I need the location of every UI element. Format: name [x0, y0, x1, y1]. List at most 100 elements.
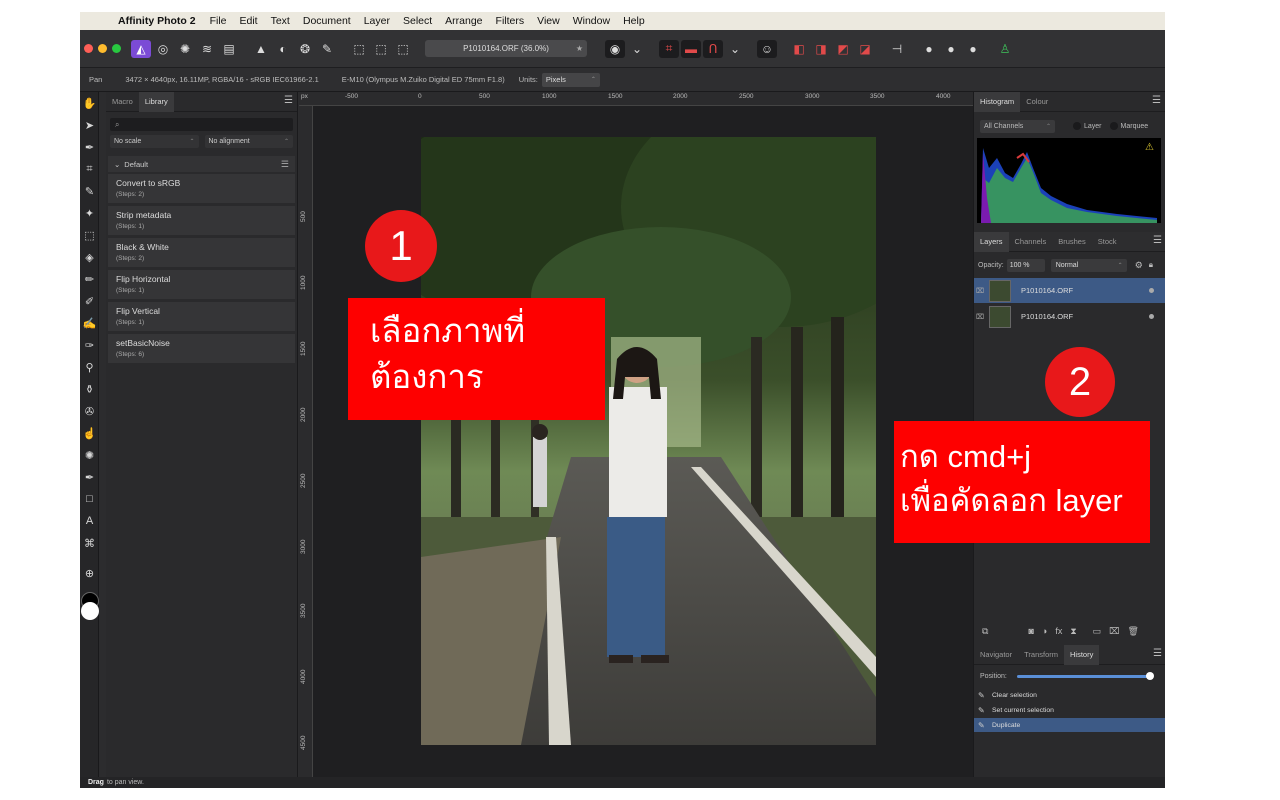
- menu-file[interactable]: File: [210, 15, 227, 27]
- menu-app-name[interactable]: Affinity Photo 2: [118, 15, 196, 27]
- tab-layers[interactable]: Layers: [974, 231, 1009, 252]
- selection-brush-tool-icon[interactable]: ✎: [80, 180, 99, 202]
- library-search-input[interactable]: ⌕: [110, 118, 293, 131]
- tab-transform[interactable]: Transform: [1018, 645, 1064, 665]
- paint-brush-tool-icon[interactable]: ✏: [80, 268, 99, 290]
- red-eye-tool-icon[interactable]: ✺: [80, 444, 99, 466]
- tab-history[interactable]: History: [1064, 644, 1100, 665]
- crop-tool-icon[interactable]: ⌗: [80, 158, 99, 180]
- dodge-tool-icon[interactable]: ⚲: [80, 356, 99, 378]
- flood-fill-tool-icon[interactable]: ◈: [80, 246, 99, 268]
- intersect-shape-icon[interactable]: ●: [963, 40, 983, 58]
- tab-library[interactable]: Library: [138, 91, 174, 112]
- hand-tool-icon[interactable]: ✋: [80, 92, 99, 114]
- export-persona-icon[interactable]: ▤: [219, 40, 239, 58]
- user-account-icon[interactable]: ♙: [995, 40, 1015, 58]
- units-select[interactable]: Pixels: [541, 72, 600, 87]
- white-balance-icon[interactable]: ◐: [273, 40, 293, 58]
- gear-icon[interactable]: ⚙: [1135, 260, 1143, 271]
- tab-colour[interactable]: Colour: [1020, 92, 1054, 112]
- alignment-select[interactable]: No alignment: [204, 135, 293, 148]
- rectangle-tool-icon[interactable]: □: [80, 488, 99, 510]
- menu-document[interactable]: Document: [303, 15, 351, 27]
- clone-tool-icon[interactable]: ⚱: [80, 378, 99, 400]
- color-wheel-icon[interactable]: ❂: [295, 40, 315, 58]
- macro-item[interactable]: Black & White (Steps: 2): [108, 238, 295, 268]
- invert-selection-icon[interactable]: ⬚: [393, 40, 413, 58]
- blend-mode-select[interactable]: Normal: [1050, 258, 1127, 272]
- slider-knob[interactable]: [1145, 671, 1154, 680]
- scale-select[interactable]: No scale: [110, 135, 199, 148]
- macro-item[interactable]: Convert to sRGB (Steps: 2): [108, 174, 295, 204]
- move-to-front-icon[interactable]: ◪: [855, 40, 875, 58]
- panel-menu-icon[interactable]: ☰: [1153, 235, 1162, 246]
- panel-menu-icon[interactable]: ☰: [284, 95, 293, 106]
- paint-mixer-tool-icon[interactable]: ✍: [80, 312, 99, 334]
- develop-persona-icon[interactable]: ✺: [175, 40, 195, 58]
- menu-window[interactable]: Window: [573, 15, 610, 27]
- history-position-slider[interactable]: [1016, 671, 1154, 680]
- tab-brushes[interactable]: Brushes: [1052, 232, 1092, 252]
- macro-item[interactable]: Strip metadata (Steps: 1): [108, 206, 295, 236]
- background-color-swatch[interactable]: [81, 602, 99, 620]
- move-back-icon[interactable]: ◨: [811, 40, 831, 58]
- lock-icon[interactable]: 🔒︎: [1149, 260, 1153, 270]
- move-forward-icon[interactable]: ◩: [833, 40, 853, 58]
- layer-link-icon[interactable]: ⧉: [982, 626, 988, 637]
- mesh-warp-tool-icon[interactable]: ⌘: [80, 532, 99, 554]
- subtract-shape-icon[interactable]: ●: [941, 40, 961, 58]
- document-title-field[interactable]: P1010164.ORF (36.0%) ★: [425, 40, 587, 57]
- history-item[interactable]: ✎ Set current selection: [974, 703, 1165, 717]
- menu-arrange[interactable]: Arrange: [445, 15, 482, 27]
- menu-filters[interactable]: Filters: [496, 15, 525, 27]
- close-window-button[interactable]: [84, 44, 93, 53]
- layer-visibility-dot[interactable]: [1149, 314, 1154, 319]
- move-to-back-icon[interactable]: ◧: [789, 40, 809, 58]
- tab-stock[interactable]: Stock: [1092, 232, 1123, 252]
- canvas-area[interactable]: px -500 0 500 1000 1500 2000 2500 3000 3…: [299, 92, 974, 777]
- color-well[interactable]: [81, 592, 99, 626]
- erase-brush-tool-icon[interactable]: ✑: [80, 334, 99, 356]
- opacity-input[interactable]: 100 %: [1006, 258, 1045, 272]
- tone-mapping-persona-icon[interactable]: ≋: [197, 40, 217, 58]
- panel-menu-icon[interactable]: ☰: [1152, 95, 1161, 106]
- delete-layer-icon[interactable]: 🗑︎: [1128, 626, 1139, 637]
- pixel-tool-icon[interactable]: ✐: [80, 290, 99, 312]
- layer-row[interactable]: ⌧ P1010164.ORF: [974, 278, 1165, 303]
- chevron-down-icon[interactable]: ⌄: [627, 40, 647, 58]
- group-layers-icon[interactable]: ▭: [1093, 626, 1102, 637]
- menu-view[interactable]: View: [537, 15, 560, 27]
- menu-select[interactable]: Select: [403, 15, 432, 27]
- photo-persona-icon[interactable]: ◭: [131, 39, 151, 58]
- tab-macro[interactable]: Macro: [106, 92, 139, 112]
- zoom-window-button[interactable]: [112, 44, 121, 53]
- zoom-tool-icon[interactable]: ⊕: [80, 562, 99, 584]
- chevron-down-icon-2[interactable]: ⌄: [725, 40, 745, 58]
- liquify-persona-icon[interactable]: ◎: [153, 40, 173, 58]
- minimize-window-button[interactable]: [98, 44, 107, 53]
- add-pixel-layer-icon[interactable]: ⌧: [1109, 626, 1119, 637]
- assistant-icon[interactable]: ☺: [757, 39, 777, 58]
- adjustment-layer-icon[interactable]: ◑: [1042, 626, 1047, 636]
- tab-channels[interactable]: Channels: [1009, 232, 1053, 252]
- history-item[interactable]: ✎ Clear selection: [974, 688, 1165, 702]
- channel-select[interactable]: All Channels: [980, 119, 1055, 133]
- auto-adjust-icon[interactable]: ✎: [317, 40, 337, 58]
- macro-item[interactable]: setBasicNoise (Steps: 6): [108, 334, 295, 364]
- snapping-options-icon[interactable]: ▬: [681, 39, 701, 58]
- mask-layer-icon[interactable]: ◙: [1028, 626, 1033, 636]
- snapping-icon[interactable]: ⌗: [659, 39, 679, 58]
- menu-edit[interactable]: Edit: [240, 15, 258, 27]
- live-filter-icon[interactable]: ⧗: [1070, 626, 1076, 637]
- add-shape-icon[interactable]: ●: [919, 40, 939, 58]
- menu-help[interactable]: Help: [623, 15, 645, 27]
- layer-visibility-dot[interactable]: [1149, 288, 1154, 293]
- flood-select-tool-icon[interactable]: ✦: [80, 202, 99, 224]
- tab-navigator[interactable]: Navigator: [974, 645, 1018, 665]
- star-icon[interactable]: ★: [576, 44, 583, 53]
- layer-row[interactable]: ⌧ P1010164.ORF: [974, 304, 1165, 329]
- color-picker-tool-icon[interactable]: ✒: [80, 136, 99, 158]
- marquee-tool-icon[interactable]: ⬚: [80, 224, 99, 246]
- layer-visibility-icon[interactable]: ⌧: [974, 313, 986, 321]
- macro-item[interactable]: Flip Vertical (Steps: 1): [108, 302, 295, 332]
